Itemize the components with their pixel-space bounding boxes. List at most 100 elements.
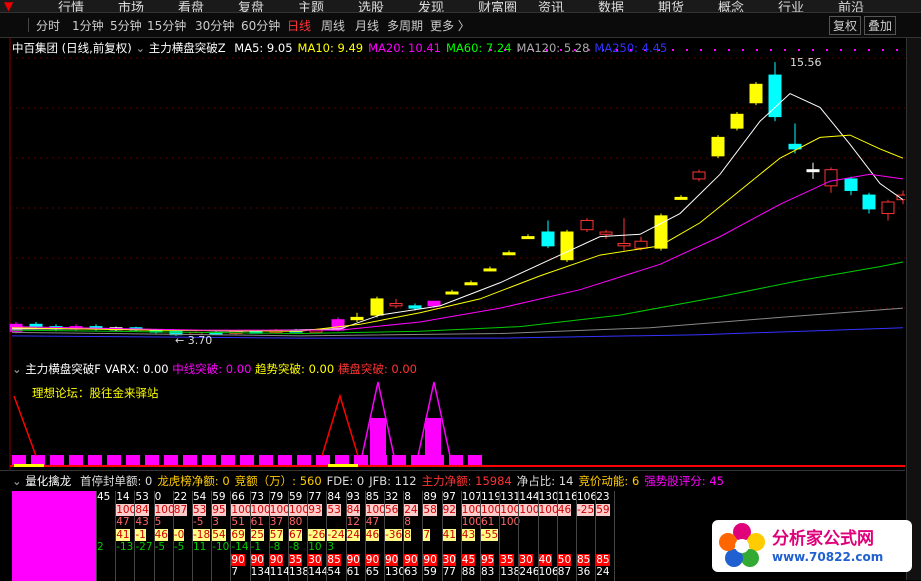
indicator2-field-3: FDE: 0 [326,474,365,488]
period-tab-1[interactable]: 1分钟 [72,17,104,34]
period-tab-3[interactable]: 15分钟 [147,17,186,34]
grid-cell: 53 [193,503,207,516]
nav-item-5[interactable]: 选股 [358,0,384,12]
nav-item-9[interactable]: 数据 [598,0,624,12]
chevron-down-icon[interactable]: ⌄ [12,474,25,488]
grid-cell: 45 [461,553,476,566]
grid-cell: 23 [596,491,610,503]
nav-item-7[interactable]: 财富圈 [478,0,517,12]
grid-cell: 100 [461,503,482,516]
nav-item-10[interactable]: 期货 [658,0,684,12]
grid-cell: 100 [500,516,521,528]
indicator2-name[interactable]: 量化擒龙 [25,474,71,488]
nav-item-11[interactable]: 概念 [718,0,744,12]
ind1-bar [335,455,349,465]
grid-cell: 84 [135,503,149,516]
indicator-panel-1[interactable]: ⌄ 主力横盘突破F VARX: 0.00 中线突破: 0.00 趋势突破: 0.… [0,360,905,470]
candle-body [389,303,403,307]
grid-cell: 69 [231,528,245,541]
grid-cell: 8 [404,528,411,541]
period-tab-2[interactable]: 5分钟 [110,17,142,34]
grid-cell: 43 [135,516,149,528]
grid-cell: 90 [385,553,399,566]
ind1-bar [240,455,254,465]
indicator2-field-6: 净占比: 14 [516,474,574,488]
grid-cell: 106 [538,566,559,578]
indicator1-name[interactable]: 主力横盘突破F [25,362,101,376]
grid-cell: 41 [442,528,456,541]
grid-cell: 84 [346,503,360,516]
grid-cell: -1 [250,541,262,553]
grid-cell: 40 [538,553,552,566]
band-dot [700,49,702,51]
nav-item-6[interactable]: 发现 [418,0,444,12]
indicator-name[interactable]: 主力横盘突破Z [149,41,226,55]
period-tab-5[interactable]: 60分钟 [241,17,280,34]
toolbar-button-1[interactable]: 叠加 [864,16,897,35]
grid-cell: 30 [442,553,456,566]
candlestick-chart[interactable]: 15.56 ← 3.70 [0,38,905,360]
period-tab-7[interactable]: 周线 [321,17,345,34]
period-tab-0[interactable]: 分时 [36,17,60,34]
nav-item-13[interactable]: 前沿 [838,0,864,12]
ma-legend-4: MA120: 5.28 [516,41,590,55]
grid-cell: 90 [423,553,437,566]
grid-divider [115,491,117,581]
toolbar-button-0[interactable]: 复权 [829,16,862,35]
grid-divider [153,491,155,581]
grid-cell: 100 [154,503,175,516]
period-tab-8[interactable]: 月线 [355,17,379,34]
period-tab-10[interactable]: 更多 〉 [430,17,470,34]
grid-divider [460,491,462,581]
grid-cell: 24 [346,528,360,541]
grid-cell: 131 [500,491,521,503]
grid-divider [307,491,309,581]
grid-cell: 93 [308,503,322,516]
band-dot [826,49,828,51]
nav-item-1[interactable]: 市场 [118,0,144,12]
grid-cell: 90 [269,553,284,566]
ind1-bar [145,455,159,465]
ma-legend-5: MA250: 4.45 [594,41,668,55]
grid-cell: 85 [327,553,341,566]
grid-cell: 100 [250,503,271,516]
grid-cell: 46 [365,528,380,541]
grid-cell: 8 [404,516,411,528]
period-tab-6[interactable]: 日线 [287,17,311,34]
grid-cell: 43 [461,528,476,541]
app-logo-icon[interactable]: ▼ [4,0,20,12]
nav-item-4[interactable]: 主题 [298,0,324,12]
grid-cell: 30 [308,553,322,566]
ma-legend-2: MA20: 10.41 [368,41,441,55]
grid-cell: 54 [193,491,207,503]
main-chart-panel[interactable]: 15.56 ← 3.70 中百集团 (日线,前复权) ⌄ 主力横盘突破Z MA5:… [0,38,905,360]
candle-body [749,83,763,104]
grid-cell: 24 [404,503,418,516]
nav-item-3[interactable]: 复盘 [238,0,264,12]
chevron-down-icon[interactable]: ⌄ [12,362,25,376]
grid-divider [518,491,520,581]
grid-cell: 100 [481,503,502,516]
grid-cell: 61 [346,566,360,578]
grid-cell: 100 [365,503,386,516]
grid-cell: 87 [557,566,572,578]
grid-cell: 130 [538,491,559,503]
indicator1-varx: VARX: 0.00 [104,362,169,376]
ma5-line [12,92,904,332]
grid-cell: 100 [538,503,559,516]
period-tab-4[interactable]: 30分钟 [195,17,234,34]
chevron-down-icon[interactable]: ⌄ [135,41,148,55]
nav-item-12[interactable]: 行业 [778,0,804,12]
nav-item-0[interactable]: 行情 [58,0,84,12]
stock-name[interactable]: 中百集团 (日线,前复权) [12,41,132,55]
period-tab-9[interactable]: 多周期 [387,17,423,34]
nav-item-8[interactable]: 资讯 [538,0,564,12]
grid-cell: 106 [577,491,598,503]
grid-cell: 59 [423,566,437,578]
nav-item-2[interactable]: 看盘 [178,0,204,12]
ma-legend-1: MA10: 9.49 [297,41,364,55]
candle-body [881,201,895,215]
vertical-scrollbar[interactable] [906,38,921,580]
grid-cell: 46 [154,528,168,541]
indicator1-legend: ⌄ 主力横盘突破F VARX: 0.00 中线突破: 0.00 趋势突破: 0.… [12,361,417,377]
